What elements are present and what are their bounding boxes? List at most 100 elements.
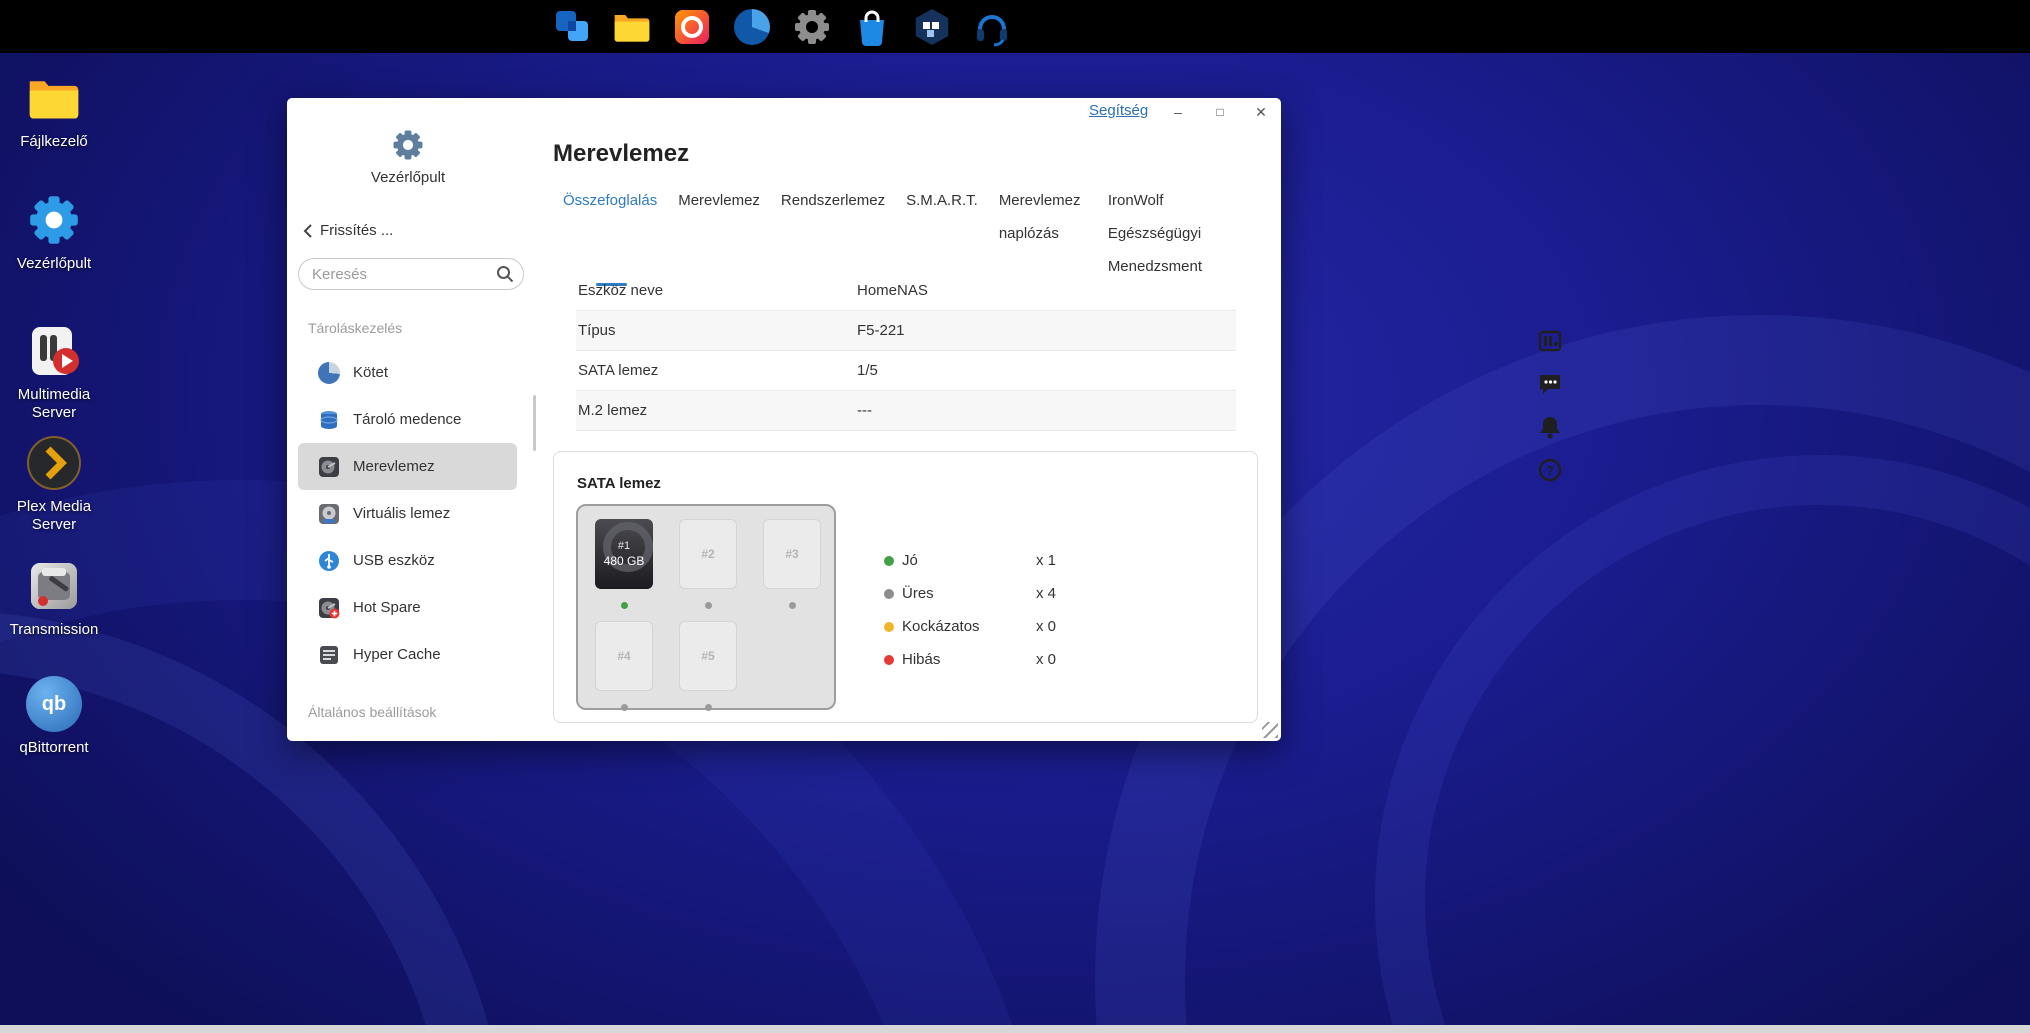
window-resize-handle[interactable] <box>1262 722 1278 738</box>
sidebar-item-hyper-cache[interactable]: Hyper Cache <box>298 631 524 678</box>
device-info-table: Eszköz neve HomeNAS Típus F5-221 SATA le… <box>576 283 1236 431</box>
gear-icon <box>26 192 82 248</box>
section-storage-label: Tároláskezelés <box>308 320 403 336</box>
tab-osszefoglalas[interactable]: Összefoglalás <box>563 184 657 217</box>
app-dock <box>552 7 1012 47</box>
desktop-icon-label: Fájlkezelő <box>20 133 88 150</box>
desktop-icon-plex[interactable]: Plex Media Server <box>0 435 108 534</box>
window-main: Merevlemez Összefoglalás Merevlemez Rend… <box>537 98 1281 741</box>
tab-rendszerlemez[interactable]: Rendszerlemez <box>781 184 885 217</box>
hyper-cache-icon <box>318 644 340 666</box>
sata-panel-title: SATA lemez <box>577 475 661 492</box>
tab-bar: Összefoglalás Merevlemez Rendszerlemez S… <box>563 184 1208 283</box>
desktop-icon-label: qBittorrent <box>19 739 89 756</box>
desktop-icon-label: Plex Media Server <box>16 498 92 533</box>
volume-pie-icon <box>318 361 340 384</box>
bay-1-status-dot <box>621 602 628 609</box>
status-dot-risk <box>884 621 894 632</box>
hdd-icon <box>318 456 340 478</box>
tab-merevlemez[interactable]: Merevlemez <box>678 184 760 217</box>
sidebar-item-virtualis-lemez[interactable]: Virtuális lemez <box>298 490 524 537</box>
bay-3-status-dot <box>789 602 796 609</box>
table-row: M.2 lemez --- <box>576 391 1236 431</box>
drive-bay-5[interactable]: #5 <box>679 621 737 691</box>
drive-bay-2[interactable]: #2 <box>679 519 737 589</box>
chevron-left-icon <box>303 223 312 238</box>
plex-icon <box>26 435 82 491</box>
transmission-icon <box>26 558 82 614</box>
legend-item-empty: Üres x 4 <box>884 585 1056 602</box>
legend-item-bad: Hibás x 0 <box>884 651 1056 668</box>
drive-bay-4[interactable]: #4 <box>595 621 653 691</box>
page-title: Merevlemez <box>553 140 690 167</box>
bottom-edge-bar <box>0 1025 2030 1033</box>
table-row: SATA lemez 1/5 <box>576 351 1236 391</box>
qbittorrent-icon: qb <box>26 676 82 732</box>
status-dot-empty <box>884 588 894 599</box>
desktop-icon-file-manager[interactable]: Fájlkezelő <box>0 70 108 151</box>
docker-icon[interactable] <box>912 7 952 47</box>
sidebar-item-merevlemez[interactable]: Merevlemez <box>298 443 517 490</box>
window-sidebar: Vezérlőpult Frissítés ... Tároláskezelés… <box>287 98 537 741</box>
sidebar-item-tarolo-medence[interactable]: Tároló medence <box>298 396 524 443</box>
svg-text:?: ? <box>1546 463 1554 478</box>
sidebar-scrollbar[interactable] <box>533 395 536 451</box>
drive-enclosure: #1 480 GB #2 #3 #4 #5 <box>576 504 836 711</box>
file-manager-icon[interactable] <box>612 7 652 47</box>
bay-4-status-dot <box>621 704 628 711</box>
virtual-disk-icon <box>318 503 340 525</box>
tab-merevlemez-naplozas[interactable]: Merevlemez naplózás <box>999 184 1087 250</box>
sidebar-item-kotet[interactable]: Kötet <box>298 349 524 396</box>
table-row: Típus F5-221 <box>576 311 1236 351</box>
hot-spare-icon <box>318 597 340 619</box>
status-dot-ok <box>884 555 894 566</box>
control-panel-gear-icon[interactable] <box>792 7 832 47</box>
desktop-icon-label: Vezérlőpult <box>16 255 92 272</box>
tab-smart[interactable]: S.M.A.R.T. <box>906 184 978 217</box>
legend-item-risk: Kockázatos x 0 <box>884 618 1056 635</box>
storage-pool-icon <box>318 409 340 431</box>
desktop-icon-label: Transmission <box>9 621 99 638</box>
desktop-icon-label: Multimedia Server <box>17 386 91 421</box>
screen: { "colors": { "accent_blue": "#2e7cc4", … <box>0 0 2030 1033</box>
sidebar-item-usb-eszkoz[interactable]: USB eszköz <box>298 537 524 584</box>
multimedia-icon[interactable] <box>672 7 712 47</box>
bay-5-status-dot <box>705 704 712 711</box>
bay-2-status-dot <box>705 602 712 609</box>
back-navigation[interactable]: Frissítés ... <box>303 222 393 239</box>
taskbar <box>0 0 2030 53</box>
desktop-icon-transmission[interactable]: Transmission <box>0 558 108 639</box>
drive-bay-1[interactable]: #1 480 GB <box>595 519 653 589</box>
desktop-icon-multimedia-server[interactable]: Multimedia Server <box>0 323 108 422</box>
legend-item-ok: Jó x 1 <box>884 552 1056 569</box>
sata-disk-panel: SATA lemez #1 480 GB #2 #3 #4 #5 Jó x 1 … <box>553 451 1258 723</box>
folder-icon <box>26 70 82 126</box>
desktop-icon-qbittorrent[interactable]: qb qBittorrent <box>0 676 108 757</box>
backup-clock-icon[interactable] <box>732 7 772 47</box>
app-center-icon[interactable] <box>852 7 892 47</box>
apps-grid-icon[interactable] <box>552 7 592 47</box>
drive-bay-3[interactable]: #3 <box>763 519 821 589</box>
control-panel-gear-icon <box>393 130 423 160</box>
sidebar-app-header: Vezérlőpult <box>287 128 529 186</box>
status-dot-bad <box>884 654 894 665</box>
back-label: Frissítés ... <box>320 222 394 239</box>
search-input[interactable] <box>298 258 524 290</box>
notifications-bell-icon[interactable] <box>1537 414 1563 440</box>
control-panel-window: Segítség – □ ✕ Vezérlőpult Frissítés ...… <box>287 98 1281 741</box>
tab-ironwolf[interactable]: IronWolf Egészségügyi Menedzsment <box>1108 184 1208 283</box>
content-scroll-area[interactable]: Eszköz neve HomeNAS Típus F5-221 SATA le… <box>553 283 1263 725</box>
nas-play-icon <box>26 323 82 379</box>
desktop-icon-control-panel[interactable]: Vezérlőpult <box>0 192 108 273</box>
section-general-label: Általános beállítások <box>308 704 437 720</box>
sidebar-nav: Kötet Tároló medence Merevlemez Virtuáli… <box>298 349 524 678</box>
app-name: Vezérlőpult <box>370 169 446 186</box>
system-monitor-icon[interactable] <box>1537 328 1563 354</box>
messages-icon[interactable] <box>1537 371 1563 397</box>
support-headset-icon[interactable] <box>972 7 1012 47</box>
sidebar-item-hot-spare[interactable]: Hot Spare <box>298 584 524 631</box>
side-toolbar: ? <box>1537 328 1563 483</box>
help-icon[interactable]: ? <box>1537 457 1563 483</box>
table-row: Eszköz neve HomeNAS <box>576 283 1236 311</box>
usb-icon <box>318 550 340 572</box>
